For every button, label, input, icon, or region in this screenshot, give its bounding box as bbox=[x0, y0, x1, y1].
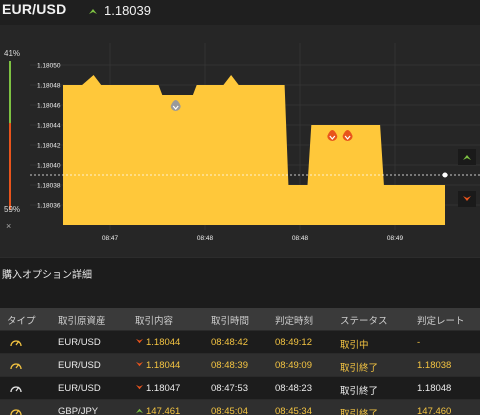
price-area bbox=[63, 75, 445, 225]
row-content: 1.18047 bbox=[135, 383, 180, 394]
header-content: 取引内容 bbox=[135, 316, 174, 327]
row-content-value: 1.18047 bbox=[146, 383, 181, 394]
table-row[interactable]: EUR/USD 1.18047 08:47:53 08:48:23 取引終了 1.1804… bbox=[0, 376, 480, 399]
x-tick-label: 08:47 bbox=[102, 235, 119, 242]
table-row[interactable]: EUR/USD 1.18044 08:48:42 08:49:12 取引中 - bbox=[0, 330, 480, 353]
row-time: 08:48:39 bbox=[211, 360, 248, 371]
row-judge-time: 08:45:34 bbox=[275, 406, 312, 415]
table-row[interactable]: GBP/JPY 147.461 08:45:04 08:45:34 取引終了 147.46… bbox=[0, 399, 480, 415]
section-title: 購入オプション詳細 bbox=[2, 270, 92, 281]
header-time: 取引時間 bbox=[211, 316, 250, 327]
close-icon[interactable]: × bbox=[6, 221, 11, 231]
row-asset: EUR/USD bbox=[58, 360, 101, 371]
down-arrow-icon bbox=[136, 384, 143, 390]
header-rate: 判定レート bbox=[417, 316, 465, 327]
gauge-icon bbox=[10, 340, 22, 347]
row-judge-time: 08:48:23 bbox=[275, 383, 312, 394]
row-content: 147.461 bbox=[135, 406, 180, 415]
row-content: 1.18044 bbox=[135, 337, 180, 348]
row-judge-time: 08:49:12 bbox=[275, 337, 312, 348]
options-section: 購入オプション詳細 bbox=[0, 257, 480, 287]
header-asset: 取引原資産 bbox=[58, 316, 106, 327]
row-asset: EUR/USD bbox=[58, 337, 101, 348]
down-arrow-icon bbox=[463, 196, 471, 201]
options-table: タイプ 取引原資産 取引内容 取引時間 判定時刻 ステータス 判定レート EUR… bbox=[0, 308, 480, 415]
row-asset: EUR/USD bbox=[58, 383, 101, 394]
up-arrow-icon bbox=[136, 408, 143, 414]
header-bar: EUR/USD 1.18039 bbox=[0, 0, 480, 25]
y-tick-label: 1.18046 bbox=[37, 103, 61, 110]
row-rate: 1.18048 bbox=[417, 383, 452, 394]
y-tick-label: 1.18036 bbox=[37, 203, 61, 210]
header-judge-time: 判定時刻 bbox=[275, 316, 314, 327]
current-price: 1.18039 bbox=[104, 3, 151, 18]
y-tick-label: 1.18042 bbox=[37, 143, 61, 150]
row-time: 08:45:04 bbox=[211, 406, 248, 415]
x-tick-label: 08:48 bbox=[197, 235, 214, 242]
row-time: 08:48:42 bbox=[211, 337, 248, 348]
y-tick-label: 1.18048 bbox=[37, 83, 61, 90]
currency-pair[interactable]: EUR/USD bbox=[2, 1, 66, 17]
row-status: 取引終了 bbox=[340, 386, 379, 397]
down-arrow-icon bbox=[136, 361, 143, 367]
x-tick-label: 08:49 bbox=[387, 235, 404, 242]
current-price-dot bbox=[442, 172, 448, 178]
low-button[interactable] bbox=[458, 191, 476, 207]
row-content-value: 147.461 bbox=[146, 406, 181, 415]
row-content-value: 1.18044 bbox=[146, 360, 181, 371]
x-tick-label: 08:48 bbox=[292, 235, 309, 242]
header-type: タイプ bbox=[7, 316, 36, 327]
y-tick-label: 1.18038 bbox=[37, 183, 61, 190]
down-arrow-icon bbox=[136, 338, 143, 344]
gauge-icon bbox=[10, 409, 22, 415]
up-arrow-icon bbox=[463, 155, 471, 160]
table-row[interactable]: EUR/USD 1.18044 08:48:39 08:49:09 取引終了 1.1803… bbox=[0, 353, 480, 376]
row-judge-time: 08:49:09 bbox=[275, 360, 312, 371]
price-chart[interactable]: 1.18050 1.18048 1.18046 1.18044 1.18042 1.180… bbox=[0, 25, 480, 257]
row-rate: 147.460 bbox=[417, 406, 452, 415]
row-content: 1.18044 bbox=[135, 360, 180, 371]
chart-canvas: 1.18050 1.18048 1.18046 1.18044 1.18042 1.180… bbox=[9, 43, 480, 242]
row-rate: - bbox=[417, 337, 421, 348]
table-header: タイプ 取引原資産 取引内容 取引時間 判定時刻 ステータス 判定レート bbox=[0, 308, 480, 330]
row-status: 取引終了 bbox=[340, 363, 379, 374]
row-status: 取引終了 bbox=[340, 409, 379, 415]
down-ratio: 59% bbox=[4, 205, 21, 214]
row-content-value: 1.18044 bbox=[146, 337, 181, 348]
y-tick-label: 1.18050 bbox=[37, 63, 61, 70]
row-asset: GBP/JPY bbox=[58, 406, 99, 415]
row-time: 08:47:53 bbox=[211, 383, 248, 394]
high-button[interactable] bbox=[458, 149, 476, 165]
gauge-icon bbox=[10, 386, 22, 393]
up-ratio: 41% bbox=[4, 49, 21, 58]
header-status: ステータス bbox=[340, 316, 388, 327]
row-status: 取引中 bbox=[340, 340, 369, 351]
up-arrow-icon bbox=[89, 9, 97, 14]
gauge-icon bbox=[10, 363, 22, 370]
row-rate: 1.18038 bbox=[417, 360, 452, 371]
y-tick-label: 1.18044 bbox=[37, 123, 61, 130]
y-tick-label: 1.18040 bbox=[37, 163, 61, 170]
